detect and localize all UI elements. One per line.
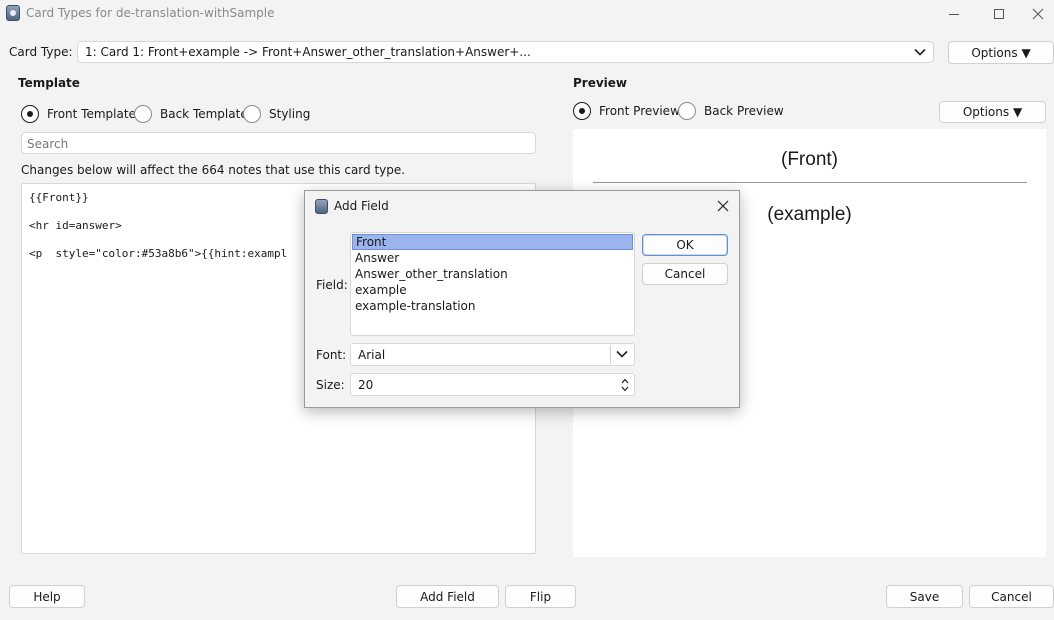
styling-radio[interactable]: Styling bbox=[243, 104, 310, 124]
maximize-icon[interactable] bbox=[976, 0, 1022, 27]
front-preview-label: Front Preview bbox=[599, 104, 680, 118]
card-type-options-button[interactable]: Options ▼ bbox=[948, 41, 1054, 64]
card-type-label: Card Type: bbox=[9, 45, 73, 59]
radio-unchecked-icon bbox=[678, 102, 696, 120]
add-field-dialog: Add Field Field: Front Answer Answer_oth… bbox=[304, 190, 740, 408]
font-value: Arial bbox=[358, 348, 386, 362]
template-heading: Template bbox=[18, 76, 80, 90]
card-type-select[interactable]: 1: Card 1: Front+example -> Front+Answer… bbox=[77, 41, 934, 63]
radio-checked-icon bbox=[573, 102, 591, 120]
size-label: Size: bbox=[316, 378, 345, 392]
help-button[interactable]: Help bbox=[9, 585, 85, 608]
field-list-item[interactable]: example-translation bbox=[352, 298, 633, 314]
card-type-value: 1: Card 1: Front+example -> Front+Answer… bbox=[85, 45, 531, 59]
dialog-app-icon bbox=[315, 199, 328, 214]
field-list-item[interactable]: Answer_other_translation bbox=[352, 266, 633, 282]
spin-arrows-icon[interactable] bbox=[619, 376, 631, 394]
font-select[interactable]: Arial bbox=[350, 343, 635, 366]
radio-unchecked-icon bbox=[134, 105, 152, 123]
preview-front-text: (Front) bbox=[781, 149, 838, 170]
dialog-title: Add Field bbox=[334, 199, 389, 213]
radio-checked-icon bbox=[21, 105, 39, 123]
field-list-item[interactable]: Answer bbox=[352, 250, 633, 266]
dialog-close-icon[interactable] bbox=[715, 198, 731, 214]
ok-button[interactable]: OK bbox=[642, 234, 728, 256]
front-template-label: Front Template bbox=[47, 107, 136, 121]
chevron-down-icon bbox=[914, 48, 926, 56]
size-spinbox[interactable]: 20 bbox=[350, 373, 635, 396]
preview-heading: Preview bbox=[573, 76, 628, 90]
back-template-radio[interactable]: Back Template bbox=[134, 104, 248, 124]
front-template-radio[interactable]: Front Template bbox=[21, 104, 136, 124]
window-title: Card Types for de-translation-withSample bbox=[26, 6, 275, 20]
field-list[interactable]: Front Answer Answer_other_translation ex… bbox=[350, 232, 635, 336]
styling-label: Styling bbox=[269, 107, 311, 121]
preview-options-button[interactable]: Options ▼ bbox=[939, 101, 1046, 123]
template-change-note: Changes below will affect the 664 notes … bbox=[21, 163, 406, 177]
dialog-cancel-button[interactable]: Cancel bbox=[642, 263, 728, 285]
minimize-icon[interactable] bbox=[931, 0, 977, 27]
app-icon bbox=[6, 5, 20, 21]
select-divider bbox=[610, 345, 611, 364]
chevron-down-icon bbox=[616, 350, 628, 358]
cancel-button[interactable]: Cancel bbox=[969, 585, 1054, 608]
back-preview-label: Back Preview bbox=[704, 104, 784, 118]
flip-button[interactable]: Flip bbox=[505, 585, 576, 608]
field-list-item[interactable]: example bbox=[352, 282, 633, 298]
field-label: Field: bbox=[316, 278, 348, 292]
font-label: Font: bbox=[316, 348, 347, 362]
back-template-label: Back Template bbox=[160, 107, 248, 121]
save-button[interactable]: Save bbox=[886, 585, 963, 608]
field-list-item[interactable]: Front bbox=[352, 234, 633, 250]
front-preview-radio[interactable]: Front Preview bbox=[573, 101, 680, 121]
back-preview-radio[interactable]: Back Preview bbox=[678, 101, 784, 121]
close-window-icon[interactable] bbox=[1022, 0, 1054, 27]
add-field-button[interactable]: Add Field bbox=[396, 585, 499, 608]
size-value: 20 bbox=[358, 378, 374, 392]
template-search-input[interactable]: Search bbox=[21, 132, 536, 154]
radio-unchecked-icon bbox=[243, 105, 261, 123]
preview-divider bbox=[593, 182, 1027, 183]
